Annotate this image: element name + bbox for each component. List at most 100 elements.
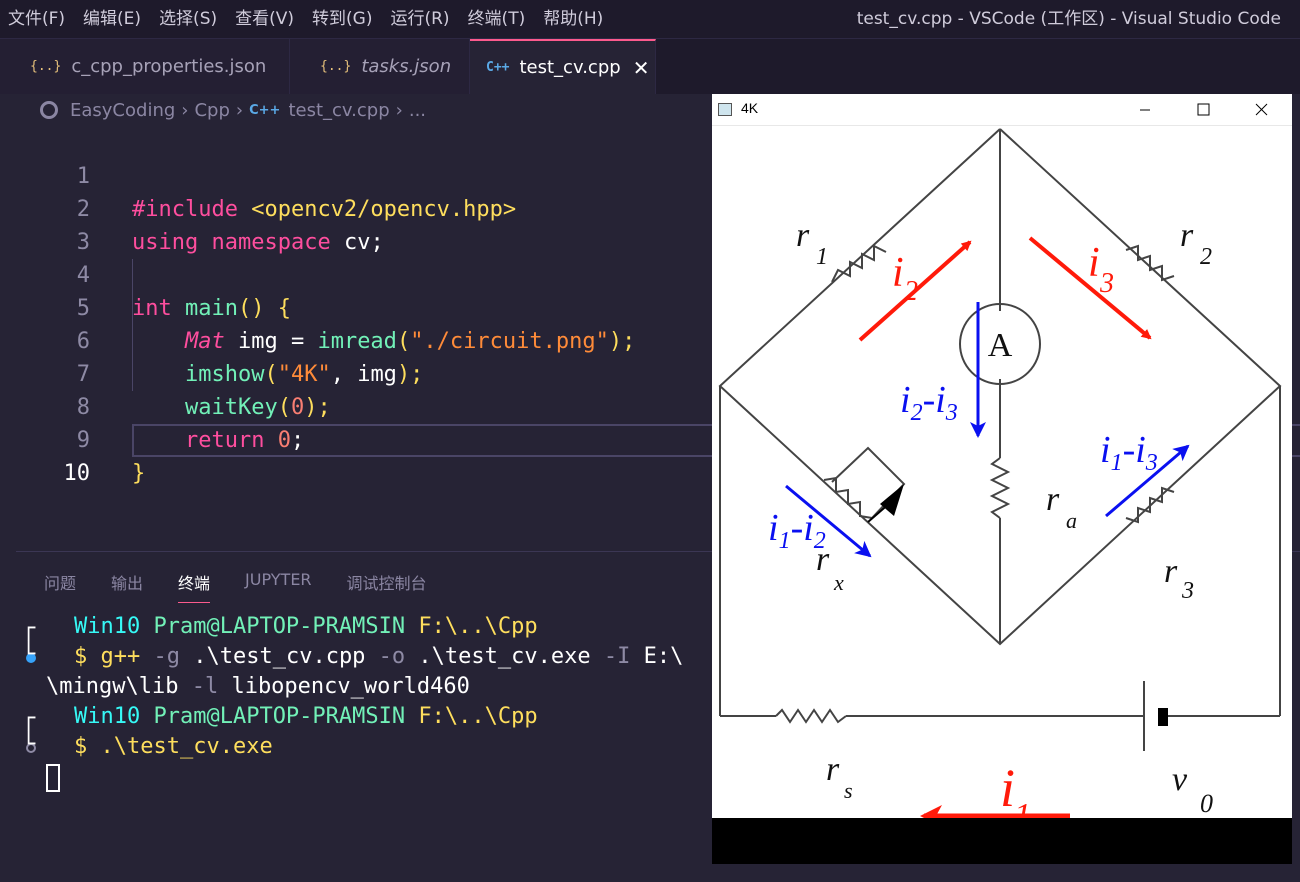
label-r2-sub: 2 (1200, 244, 1212, 270)
tab-tasks[interactable]: {..} tasks.json (290, 39, 470, 94)
tab-test-cv[interactable]: C++ test_cv.cpp ✕ (470, 39, 656, 94)
battery-plate-short (1158, 708, 1168, 726)
menu-terminal[interactable]: 终端(T) (468, 0, 526, 38)
label-i3-sub: 3 (1099, 268, 1114, 299)
label-v0-sub: 0 (1200, 789, 1213, 818)
menu-bar: 文件(F) 编辑(E) 选择(S) 查看(V) 转到(G) 运行(R) 终端(T… (0, 0, 613, 38)
window-title: test_cv.cpp - VSCode (工作区) - Visual Stud… (856, 9, 1281, 29)
cmd-token: libopencv_world460 (218, 674, 470, 699)
tab-label: test_cv.cpp (519, 57, 621, 78)
breadcrumb-item[interactable]: EasyCoding (70, 100, 175, 121)
label-part: i (768, 507, 779, 549)
image-window[interactable]: 4K r 1 r 2 r 3 r a r x r s v 0 A i 2 i 3… (712, 94, 1292, 864)
label-part: i (1100, 429, 1111, 471)
prompt-bracket: └ (22, 642, 36, 667)
prompt-user: Pram@LAPTOP-PRAMSIN (153, 614, 406, 639)
breadcrumb-item[interactable]: test_cv.cpp (288, 100, 389, 121)
terminal-command-cont: \mingw\lib -l libopencv_world460 (46, 672, 470, 702)
tab-debug-console[interactable]: 调试控制台 (347, 570, 427, 603)
chevron-right-icon: › (181, 99, 189, 121)
cpp-file-icon: C++ (486, 60, 510, 75)
line-number: 10 (63, 461, 91, 486)
terminal-prompt: Win10 Pram@LAPTOP-PRAMSIN F:\..\Cpp (74, 612, 538, 642)
label-rs: r (826, 751, 840, 788)
code-token: } (132, 461, 146, 486)
label-part: 3 (945, 400, 958, 426)
minimize-icon (1140, 109, 1150, 111)
label-ammeter: A (988, 327, 1013, 364)
title-bar: 文件(F) 编辑(E) 选择(S) 查看(V) 转到(G) 运行(R) 终端(T… (0, 0, 1300, 38)
label-rs-sub: s (844, 778, 853, 803)
rheostat-arrow (880, 484, 904, 516)
maximize-icon (1197, 103, 1210, 116)
cpp-file-icon: C++ (249, 102, 281, 118)
label-part: 1 (779, 528, 791, 554)
breadcrumb-item[interactable]: Cpp (194, 100, 229, 121)
label-r2: r (1180, 217, 1194, 254)
menu-run[interactable]: 运行(R) (390, 0, 449, 38)
tab-jupyter[interactable]: JUPYTER (245, 570, 312, 603)
menu-help[interactable]: 帮助(H) (543, 0, 603, 38)
prompt-os: Win10 (74, 704, 141, 729)
label-i2-i3: i2-i3 (900, 379, 958, 426)
image-window-black-strip (712, 818, 1292, 864)
label-i3: i (1088, 240, 1100, 286)
close-icon (1255, 103, 1268, 116)
cmd-token: \mingw\lib (46, 674, 179, 699)
label-part: 3 (1145, 450, 1158, 476)
prompt-path: F:\..\Cpp (418, 614, 538, 639)
label-part: -i (791, 507, 814, 549)
prompt-dollar: $ (74, 734, 101, 759)
menu-selection[interactable]: 选择(S) (159, 0, 217, 38)
breadcrumb-item[interactable]: ... (409, 100, 426, 121)
workspace-circle-icon (40, 101, 58, 119)
image-window-title: 4K (741, 100, 759, 116)
terminal-command: $ .\test_cv.exe (74, 732, 273, 762)
label-part: 1 (1111, 450, 1123, 476)
chevron-right-icon: › (395, 99, 403, 121)
label-r1-sub: 1 (816, 244, 828, 270)
json-file-icon: {..} (30, 59, 62, 74)
label-i1: i (1000, 758, 1015, 818)
cmd-token: .\test_cv.exe (405, 644, 591, 669)
close-window-button[interactable] (1232, 94, 1290, 126)
cmd-token: -l (178, 674, 219, 699)
label-i2-sub: 2 (904, 276, 918, 307)
prompt-dollar: $ (74, 644, 101, 669)
label-v0: v (1172, 761, 1188, 798)
editor-tab-bar: {..} c_cpp_properties.json {..} tasks.js… (0, 38, 1300, 94)
minimize-button[interactable] (1116, 94, 1174, 126)
tab-c-cpp-properties[interactable]: {..} c_cpp_properties.json (0, 39, 290, 94)
prompt-os: Win10 (74, 614, 141, 639)
chevron-right-icon: › (235, 99, 244, 121)
label-r3: r (1164, 553, 1178, 590)
prompt-bracket: └ (22, 732, 36, 757)
cmd-token: .\test_cv.exe (100, 734, 273, 759)
label-part: 2 (814, 528, 826, 554)
cmd-token: .\test_cv.cpp (180, 644, 366, 669)
maximize-button[interactable] (1174, 94, 1232, 126)
resistor-ra (989, 457, 1011, 519)
menu-view[interactable]: 查看(V) (235, 0, 294, 38)
close-icon[interactable]: ✕ (633, 56, 650, 80)
tab-output[interactable]: 输出 (111, 570, 143, 603)
menu-go[interactable]: 转到(G) (312, 0, 372, 38)
tab-label: c_cpp_properties.json (71, 56, 267, 77)
json-file-icon: {..} (320, 59, 352, 74)
circuit-diagram: r 1 r 2 r 3 r a r x r s v 0 A i 2 i 3 i … (718, 128, 1282, 834)
label-ra-sub: a (1066, 508, 1077, 533)
menu-file[interactable]: 文件(F) (8, 0, 65, 38)
tab-label: tasks.json (361, 56, 452, 77)
label-part: -i (923, 379, 946, 421)
menu-edit[interactable]: 编辑(E) (83, 0, 141, 38)
cmd-token: -g (140, 644, 180, 669)
label-part: 2 (911, 400, 923, 426)
resistor-rs (775, 708, 847, 724)
cmd-token: g++ (100, 644, 141, 669)
prompt-path: F:\..\Cpp (418, 704, 538, 729)
tab-problems[interactable]: 问题 (44, 570, 76, 603)
terminal-cursor (46, 764, 60, 792)
image-window-titlebar[interactable]: 4K (712, 94, 1292, 126)
tab-terminal[interactable]: 终端 (178, 570, 211, 603)
resistor-rx (823, 476, 873, 519)
